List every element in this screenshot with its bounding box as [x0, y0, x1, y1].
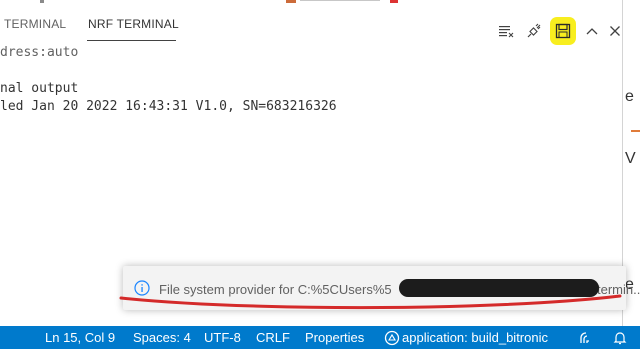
terminal-line: nal output: [0, 81, 79, 96]
application-selector[interactable]: application: build_bitronic: [402, 330, 548, 345]
close-icon[interactable]: [605, 21, 625, 41]
notifications-bell-icon[interactable]: [612, 330, 628, 349]
save-icon[interactable]: [553, 21, 573, 41]
chevron-up-icon[interactable]: [582, 21, 602, 41]
editor-fragment: V: [625, 150, 636, 167]
editor-fragment: [40, 0, 44, 3]
clear-output-icon[interactable]: [496, 21, 516, 41]
editor-fragment: [286, 0, 296, 3]
editor-top-strip: [0, 0, 640, 8]
terminal-line: dress:auto: [0, 45, 79, 60]
cursor-position[interactable]: Ln 15, Col 9: [45, 330, 115, 345]
status-bar: Ln 15, Col 9 Spaces: 4 UTF-8 CRLF Proper…: [0, 326, 640, 349]
terminal-line: led Jan 20 2022 16:43:31 V1.0, SN=683216…: [0, 99, 337, 114]
active-tab-indicator: [87, 40, 176, 41]
properties-item[interactable]: Properties: [305, 330, 364, 345]
editor-fragment: [390, 0, 398, 3]
editor-fragment: [631, 130, 640, 132]
indentation[interactable]: Spaces: 4: [133, 330, 191, 345]
nrf-app-icon[interactable]: [384, 330, 400, 349]
plug-icon[interactable]: [524, 21, 544, 41]
encoding[interactable]: UTF-8: [204, 330, 241, 345]
editor-fragment: [300, 0, 380, 1]
tab-terminal[interactable]: TERMINAL: [4, 17, 66, 31]
tab-nrf-terminal[interactable]: NRF TERMINAL: [88, 17, 179, 31]
annotation-underline: [119, 294, 622, 310]
editor-fragment: e: [625, 88, 634, 105]
end-of-line[interactable]: CRLF: [256, 330, 290, 345]
panel-tab-bar: TERMINAL NRF TERMINAL: [0, 8, 625, 45]
feedback-icon[interactable]: [578, 330, 594, 349]
